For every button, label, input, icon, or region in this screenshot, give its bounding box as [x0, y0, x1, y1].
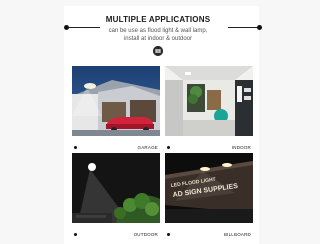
bullet-icon [167, 146, 170, 149]
bullet-icon [74, 146, 77, 149]
outdoor-image [72, 153, 160, 223]
garage-image [72, 66, 160, 136]
subtitle-line-1: can be use as flood light & wall lamp, [108, 28, 208, 34]
bullet-icon [74, 233, 77, 236]
bullet-icon [167, 233, 170, 236]
subtitle-line-2: install at indoor & outdoor [123, 36, 193, 42]
page-title: MULTIPLE APPLICATIONS [105, 15, 211, 24]
page-subtitle: can be use as flood light & wall lamp, i… [0, 27, 316, 43]
brand-logo-icon [153, 46, 163, 56]
indoor-image [165, 66, 253, 136]
billboard-image: LED FLOOD LIGHT AD SIGN SUPPLIES [165, 153, 253, 223]
